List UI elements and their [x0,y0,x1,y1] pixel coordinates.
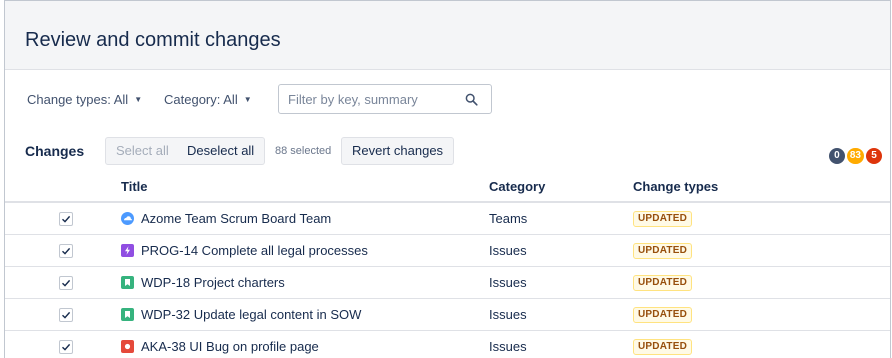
row-checkbox[interactable] [59,276,73,290]
select-all-button[interactable]: Select all [105,137,180,165]
badge-new-count: 0 [828,148,845,164]
category-dropdown[interactable]: Category: All ▼ [164,91,252,111]
table-header: Title Category Change types [5,171,890,203]
search-box [278,84,492,114]
change-type-lozenge: UPDATED [633,339,692,355]
table-row[interactable]: AKA-38 UI Bug on profile page Issues UPDAT… [5,331,890,358]
chevron-down-icon: ▼ [243,95,252,104]
page-title: Review and commit changes [25,29,281,51]
changes-toolbar: Changes Select all Deselect all 88 selec… [5,137,890,165]
change-types-dropdown[interactable]: Change types: All ▼ [27,91,142,111]
row-checkbox[interactable] [59,244,73,258]
row-title[interactable]: WDP-32 Update legal content in SOW [141,307,361,322]
row-category: Teams [489,211,528,226]
row-category: Issues [489,243,527,258]
column-category: Category [489,179,546,194]
row-category: Issues [489,339,527,354]
search-icon[interactable] [465,93,478,106]
category-label: Category: All [164,92,238,107]
badge-updated-count: 83 [846,148,864,164]
change-type-lozenge: UPDATED [633,243,692,259]
row-title[interactable]: AKA-38 UI Bug on profile page [141,339,319,354]
change-type-lozenge: UPDATED [633,307,692,323]
review-dialog: Review and commit changes Change types: … [4,0,891,358]
row-category: Issues [489,307,527,322]
filter-bar: Change types: All ▼ Category: All ▼ [5,81,890,117]
bug-icon [121,340,134,353]
row-title[interactable]: WDP-18 Project charters [141,275,285,290]
change-type-lozenge: UPDATED [633,211,692,227]
badge-deleted-count: 5 [866,148,882,164]
changes-heading: Changes [25,143,85,159]
row-checkbox[interactable] [59,212,73,226]
revert-changes-button[interactable]: Revert changes [341,137,455,165]
row-checkbox[interactable] [59,340,73,354]
deselect-all-button[interactable]: Deselect all [177,137,266,165]
row-title[interactable]: Azome Team Scrum Board Team [141,211,331,226]
table-body: Azome Team Scrum Board Team Teams UPDATED P… [5,203,890,358]
chevron-down-icon: ▼ [134,95,143,104]
search-input[interactable] [288,91,458,107]
table-row[interactable]: WDP-18 Project charters Issues UPDATED [5,267,890,299]
change-types-label: Change types: All [27,92,129,107]
table-row[interactable]: WDP-32 Update legal content in SOW Issues… [5,299,890,331]
story-icon [121,276,134,289]
change-badges: 0 83 5 [827,145,882,164]
table-row[interactable]: Azome Team Scrum Board Team Teams UPDATED [5,203,890,235]
column-title: Title [121,179,148,194]
table-row[interactable]: PROG-14 Complete all legal processes Issu… [5,235,890,267]
row-title[interactable]: PROG-14 Complete all legal processes [141,243,368,258]
change-type-lozenge: UPDATED [633,275,692,291]
row-category: Issues [489,275,527,290]
dialog-header: Review and commit changes [5,1,890,70]
column-change-types: Change types [633,179,719,194]
selected-count: 88 selected [275,145,332,157]
epic-icon [121,244,134,257]
changes-table: Title Category Change types Azome Team S… [5,171,890,358]
story-icon [121,308,134,321]
row-checkbox[interactable] [59,308,73,322]
team-icon [121,212,134,225]
